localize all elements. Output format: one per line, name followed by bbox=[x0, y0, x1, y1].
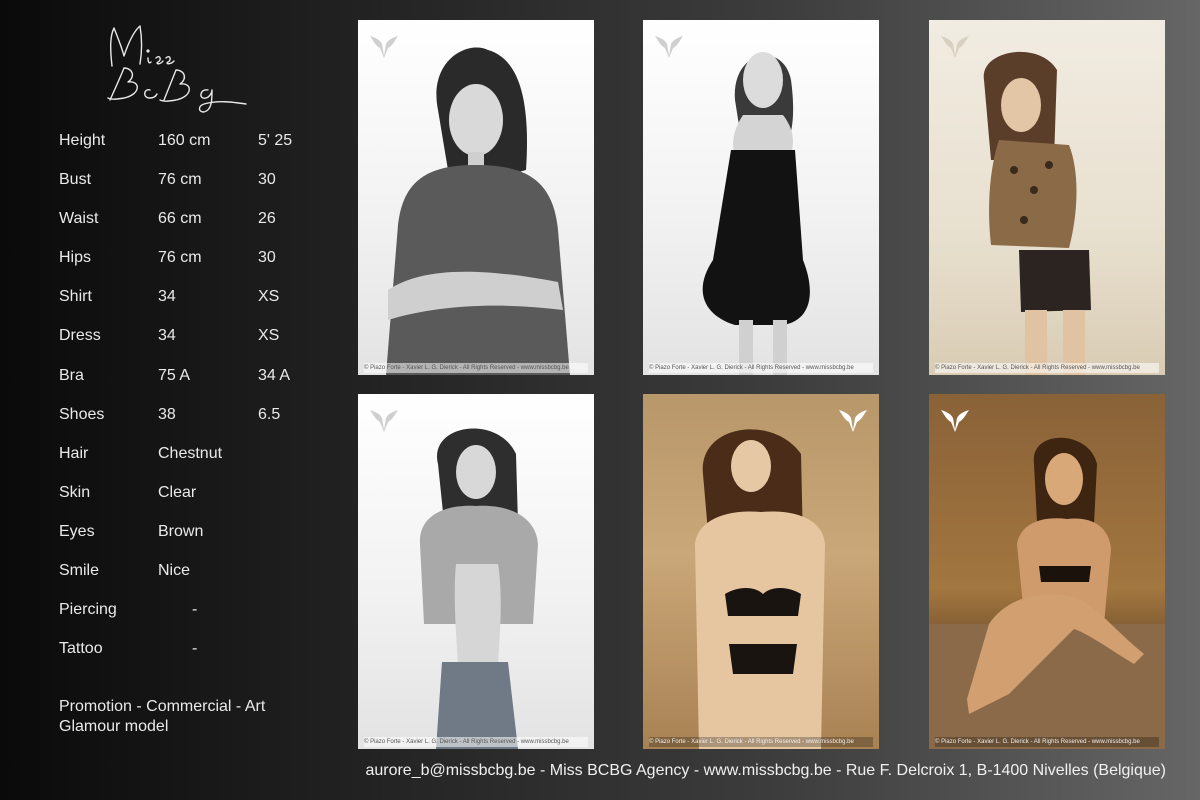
measurement-label: Tattoo bbox=[59, 640, 103, 658]
photo-credit: © Piazo Forte - Xavier L. G. Dierick - A… bbox=[649, 737, 873, 747]
measurement-row: Skin Clear bbox=[59, 482, 339, 521]
photo-figure bbox=[419, 428, 538, 749]
measurement-imperial-value: 26 bbox=[258, 210, 276, 228]
measurement-row: Waist 66 cm 26 bbox=[59, 208, 339, 247]
measurement-row: Height 160 cm 5' 25 bbox=[59, 130, 339, 169]
photo-figure bbox=[702, 52, 810, 375]
photo-figure bbox=[695, 429, 825, 749]
measurement-label: Piercing bbox=[59, 601, 117, 619]
photo-figure bbox=[929, 437, 1165, 749]
measurement-metric-value: 66 cm bbox=[158, 210, 202, 228]
measurement-label: Height bbox=[59, 132, 106, 149]
measurement-row: Piercing - bbox=[59, 599, 339, 638]
photo-credit: © Piazo Forte - Xavier L. G. Dierick - A… bbox=[364, 737, 588, 747]
measurement-label: Hips bbox=[59, 249, 92, 267]
bat-watermark-icon bbox=[839, 410, 867, 432]
measurement-row: Shirt 34 XS bbox=[59, 286, 339, 325]
measurement-label: Shirt bbox=[59, 288, 92, 306]
measurement-row: Shoes 38 6.5 bbox=[59, 404, 339, 443]
measurement-label: Dress bbox=[59, 327, 101, 345]
portfolio-photo-3[interactable]: © Piazo Forte - Xavier L. G. Dierick - A… bbox=[929, 20, 1165, 375]
measurement-row: Dress 34 XS bbox=[59, 325, 339, 364]
portfolio-photo-2[interactable]: © Piazo Forte - Xavier L. G. Dierick - A… bbox=[643, 20, 879, 375]
measurement-metric-value: 160 cm bbox=[158, 132, 211, 149]
measurement-imperial-value: 34 A bbox=[258, 366, 291, 384]
measurement-metric-value: Clear bbox=[158, 483, 197, 501]
measurement-imperial-value: 5' 25 bbox=[258, 132, 293, 149]
measurement-imperial-value: 30 bbox=[258, 171, 276, 189]
measurement-imperial-value: 30 bbox=[258, 249, 276, 267]
tagline-type: Glamour model bbox=[59, 718, 169, 735]
bat-watermark-icon bbox=[655, 36, 683, 58]
bat-watermark-icon bbox=[370, 36, 398, 58]
photo-figure bbox=[983, 51, 1091, 375]
model-tagline: Promotion - Commercial - Art Glamour mod… bbox=[59, 697, 265, 737]
measurement-imperial-value: 6.5 bbox=[258, 405, 281, 423]
measurement-imperial-value: XS bbox=[258, 288, 280, 306]
measurement-row: Smile Nice bbox=[59, 560, 339, 599]
portfolio-photo-4[interactable]: © Piazo Forte - Xavier L. G. Dierick - A… bbox=[358, 394, 594, 749]
measurement-row: Tattoo - bbox=[59, 638, 339, 677]
measurement-metric-value: Nice bbox=[158, 562, 191, 580]
measurements-list: Height 160 cm 5' 25 Bust 76 cm 30 Waist 66 cm 26… bbox=[59, 130, 339, 677]
measurement-metric-value: 34 bbox=[158, 288, 176, 306]
bat-watermark-icon bbox=[370, 410, 398, 432]
measurement-metric-value: 34 bbox=[158, 327, 176, 345]
bat-watermark-icon bbox=[941, 36, 969, 58]
bat-watermark-icon bbox=[941, 410, 969, 432]
measurement-metric-value: 75 A bbox=[158, 366, 191, 384]
photo-credit: © Piazo Forte - Xavier L. G. Dierick - A… bbox=[935, 737, 1159, 747]
measurement-row: Hair Chestnut bbox=[59, 443, 339, 482]
measurement-row: Bra 75 A 34 A bbox=[59, 365, 339, 404]
measurement-label: Bust bbox=[59, 171, 92, 189]
measurement-metric-value: Brown bbox=[158, 522, 204, 540]
tagline-categories: Promotion - Commercial - Art bbox=[59, 698, 266, 715]
portfolio-photo-6[interactable]: © Piazo Forte - Xavier L. G. Dierick - A… bbox=[929, 394, 1165, 749]
measurement-label: Skin bbox=[59, 483, 91, 501]
measurement-metric-value: - bbox=[192, 601, 198, 619]
measurement-label: Eyes bbox=[59, 522, 95, 540]
measurement-label: Shoes bbox=[59, 405, 105, 423]
miss-bcbg-logo bbox=[100, 18, 260, 113]
agency-contact-footer: aurore_b@missbcbg.be - Miss BCBG Agency … bbox=[365, 762, 1166, 779]
portfolio-photo-5[interactable]: © Piazo Forte - Xavier L. G. Dierick - A… bbox=[643, 394, 879, 749]
measurement-row: Bust 76 cm 30 bbox=[59, 169, 339, 208]
portfolio-photo-1[interactable]: © Piazo Forte - Xavier L. G. Dierick - A… bbox=[358, 20, 594, 375]
measurement-label: Waist bbox=[59, 210, 99, 228]
measurement-metric-value: - bbox=[192, 640, 198, 658]
measurement-imperial-value: XS bbox=[258, 327, 280, 345]
photo-figure bbox=[386, 47, 570, 375]
measurement-row: Eyes Brown bbox=[59, 521, 339, 560]
measurement-label: Smile bbox=[59, 562, 100, 580]
measurement-label: Bra bbox=[59, 366, 84, 384]
measurement-metric-value: 38 bbox=[158, 405, 176, 423]
photo-credit: © Piazo Forte - Xavier L. G. Dierick - A… bbox=[364, 363, 588, 373]
photo-credit: © Piazo Forte - Xavier L. G. Dierick - A… bbox=[935, 363, 1159, 373]
photo-credit: © Piazo Forte - Xavier L. G. Dierick - A… bbox=[649, 363, 873, 373]
measurement-metric-value: 76 cm bbox=[158, 171, 202, 189]
measurement-metric-value: Chestnut bbox=[158, 444, 223, 462]
measurement-row: Hips 76 cm 30 bbox=[59, 247, 339, 286]
measurement-metric-value: 76 cm bbox=[158, 249, 202, 267]
measurement-label: Hair bbox=[59, 444, 89, 462]
